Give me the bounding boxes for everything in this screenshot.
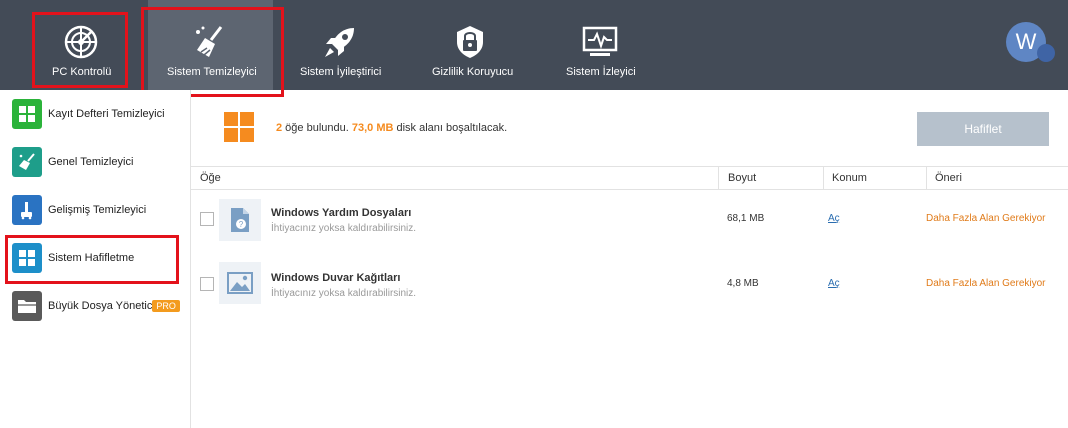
help-file-icon: ? bbox=[219, 199, 261, 241]
row-advice: Daha Fazla Alan Gerekiyor bbox=[926, 278, 1046, 289]
column-header-location[interactable]: Konum bbox=[832, 172, 867, 184]
table-row: Windows Duvar Kağıtları İhtiyacınız yoks… bbox=[191, 260, 1068, 320]
sidebar-item-label: Büyük Dosya Yönetic bbox=[48, 300, 153, 312]
tab-gizlilik-koruyucu[interactable]: Gizlilik Koruyucu bbox=[420, 0, 520, 90]
total-size: 73,0 MB bbox=[351, 122, 394, 134]
row-subtitle: İhtiyacınız yoksa kaldırabilirsiniz. bbox=[271, 288, 417, 299]
tab-sistem-temizleyici[interactable]: Sistem Temizleyici bbox=[148, 0, 273, 90]
windows-icon bbox=[12, 243, 42, 273]
sidebar-item-label: Genel Temizleyici bbox=[48, 156, 134, 168]
open-location-link[interactable]: Aç bbox=[828, 278, 840, 289]
top-toolbar: PC Kontrolü Sistem Temizleyici Sistem İy… bbox=[0, 0, 1068, 90]
column-divider bbox=[926, 167, 927, 189]
row-size: 4,8 MB bbox=[727, 278, 759, 289]
column-header-size[interactable]: Boyut bbox=[728, 172, 756, 184]
sidebar-item-gelismis-temizleyici[interactable]: Gelişmiş Temizleyici bbox=[8, 190, 188, 230]
vacuum-icon bbox=[12, 195, 42, 225]
row-checkbox[interactable] bbox=[200, 277, 214, 291]
table-row: ? Windows Yardım Dosyaları İhtiyacınız y… bbox=[191, 195, 1068, 255]
tab-sistem-izleyici[interactable]: Sistem İzleyici bbox=[550, 0, 650, 90]
sidebar: Kayıt Defteri Temizleyici Genel Temizley… bbox=[0, 90, 191, 428]
tab-label: Sistem İzleyici bbox=[566, 66, 636, 78]
size-text: disk alanı boşaltılacak. bbox=[393, 122, 508, 134]
column-divider bbox=[718, 167, 719, 189]
monitor-pulse-icon bbox=[582, 24, 618, 63]
sidebar-item-label: Sistem Hafifletme bbox=[48, 252, 135, 264]
broom-icon bbox=[12, 147, 42, 177]
row-subtitle: İhtiyacınız yoksa kaldırabilirsiniz. bbox=[271, 223, 417, 234]
broom-icon bbox=[193, 24, 229, 63]
rocket-icon bbox=[322, 24, 358, 63]
summary-text: 2 öğe bulundu. 73,0 MB disk alanı boşalt… bbox=[276, 122, 507, 134]
folder-icon bbox=[12, 291, 42, 321]
column-header-item[interactable]: Öğe bbox=[200, 172, 221, 184]
column-divider bbox=[823, 167, 824, 189]
tab-label: Sistem Temizleyici bbox=[167, 66, 257, 78]
windows-icon bbox=[224, 112, 254, 145]
tab-label: Sistem İyileştirici bbox=[300, 66, 382, 78]
sidebar-item-sistem-hafifletme[interactable]: Sistem Hafifletme bbox=[8, 238, 188, 278]
tab-label: PC Kontrolü bbox=[52, 66, 112, 78]
svg-text:?: ? bbox=[239, 220, 244, 229]
tab-sistem-iyilestirici[interactable]: Sistem İyileştirici bbox=[290, 0, 390, 90]
lock-shield-icon bbox=[452, 24, 488, 63]
optimize-button[interactable]: Hafiflet bbox=[917, 112, 1049, 146]
tab-label: Gizlilik Koruyucu bbox=[432, 66, 514, 78]
sidebar-item-genel-temizleyici[interactable]: Genel Temizleyici bbox=[8, 142, 188, 182]
sidebar-item-label: Gelişmiş Temizleyici bbox=[48, 204, 147, 216]
grid-icon bbox=[12, 99, 42, 129]
row-checkbox[interactable] bbox=[200, 212, 214, 226]
column-header-advice[interactable]: Öneri bbox=[935, 172, 962, 184]
avatar-status-dot bbox=[1037, 44, 1055, 62]
table-header: Öğe Boyut Konum Öneri bbox=[191, 166, 1068, 190]
pro-badge: PRO bbox=[152, 300, 180, 312]
tab-pc-kontrolu[interactable]: PC Kontrolü bbox=[36, 0, 126, 90]
row-size: 68,1 MB bbox=[727, 213, 765, 224]
image-icon bbox=[219, 262, 261, 304]
row-title: Windows Duvar Kağıtları bbox=[271, 272, 401, 284]
row-title: Windows Yardım Dosyaları bbox=[271, 207, 412, 219]
sidebar-item-buyuk-dosya[interactable]: Büyük Dosya Yönetic PRO bbox=[8, 286, 188, 326]
radar-icon bbox=[63, 24, 99, 63]
row-advice: Daha Fazla Alan Gerekiyor bbox=[926, 213, 1046, 224]
sidebar-item-kayit-defteri[interactable]: Kayıt Defteri Temizleyici bbox=[8, 94, 188, 134]
sidebar-item-label: Kayıt Defteri Temizleyici bbox=[48, 108, 165, 120]
open-location-link[interactable]: Aç bbox=[828, 213, 840, 224]
count-text: öğe bulundu. bbox=[282, 122, 352, 134]
